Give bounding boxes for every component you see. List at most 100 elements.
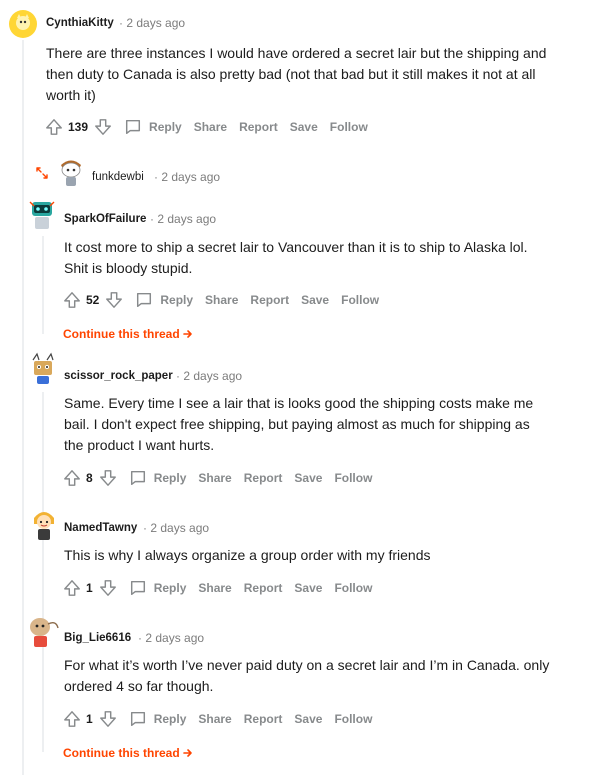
- username[interactable]: funkdewbi: [92, 171, 144, 183]
- comment-meta: · 2 days ago: [150, 212, 216, 226]
- reply-label: Reply: [160, 293, 194, 307]
- comment-meta: · 2 days ago: [119, 16, 185, 30]
- report-button[interactable]: Report: [250, 293, 289, 307]
- downvote-arrow-icon[interactable]: [98, 709, 118, 729]
- comment-line: then duty to Canada is also pretty bad (…: [46, 66, 536, 82]
- save-button[interactable]: Save: [294, 712, 322, 726]
- comment-line: ordered 4 so far though.: [64, 678, 214, 694]
- separator: ·: [154, 170, 158, 184]
- comment-meta: · 2 days ago: [143, 521, 209, 535]
- avatar[interactable]: [9, 10, 37, 38]
- comment-actions: 139 Reply Share Report Save Follow: [44, 116, 368, 138]
- downvote-arrow-icon[interactable]: [104, 290, 124, 310]
- report-button[interactable]: Report: [244, 581, 283, 595]
- vote-count: 8: [86, 471, 93, 485]
- comment-actions: 1 Reply Share Report Save Follow: [62, 577, 372, 599]
- reply-button[interactable]: Reply: [128, 709, 187, 729]
- comment-line: worth it): [46, 87, 96, 103]
- upvote-arrow-icon[interactable]: [44, 117, 64, 137]
- reply-button[interactable]: Reply: [128, 468, 187, 488]
- share-button[interactable]: Share: [198, 471, 231, 485]
- follow-button[interactable]: Follow: [341, 293, 379, 307]
- speech-bubble-icon: [128, 468, 148, 488]
- follow-button[interactable]: Follow: [330, 120, 368, 134]
- reply-button[interactable]: Reply: [128, 578, 186, 598]
- comment-line: There are three instances I would have o…: [46, 45, 547, 61]
- timestamp[interactable]: 2 days ago: [126, 16, 185, 30]
- comment-body: This is why I always organize a group or…: [64, 545, 584, 566]
- expand-arrows-icon[interactable]: [34, 165, 50, 186]
- timestamp[interactable]: 2 days ago: [183, 369, 242, 383]
- vote-count: 1: [86, 712, 93, 726]
- thread-line-level-1b[interactable]: [42, 392, 44, 752]
- comment-actions: 8 Reply Share Report Save Follow: [62, 467, 372, 489]
- follow-button[interactable]: Follow: [334, 471, 372, 485]
- upvote-arrow-icon[interactable]: [62, 709, 82, 729]
- avatar[interactable]: [26, 614, 62, 650]
- vote-count: 139: [68, 120, 89, 134]
- comment-line: bail. I don't expect free shipping, but …: [64, 416, 530, 432]
- report-button[interactable]: Report: [244, 712, 283, 726]
- username[interactable]: SparkOfFailure: [64, 213, 146, 225]
- username[interactable]: NamedTawny: [64, 522, 137, 534]
- avatar[interactable]: [54, 154, 88, 188]
- timestamp[interactable]: 2 days ago: [157, 212, 216, 226]
- share-button[interactable]: Share: [198, 712, 231, 726]
- comment-body: There are three instances I would have o…: [46, 43, 586, 106]
- report-button[interactable]: Report: [244, 471, 283, 485]
- speech-bubble-icon: [128, 578, 148, 598]
- downvote-arrow-icon[interactable]: [98, 468, 118, 488]
- avatar[interactable]: [29, 506, 59, 542]
- vote-count: 52: [86, 293, 100, 307]
- reply-label: Reply: [153, 471, 187, 485]
- upvote-arrow-icon[interactable]: [62, 578, 82, 598]
- comment-line: For what it’s worth I’ve never paid duty…: [64, 657, 550, 673]
- thread-line-level-0[interactable]: [22, 40, 24, 775]
- save-button[interactable]: Save: [294, 471, 322, 485]
- vote-count: 1: [86, 581, 93, 595]
- save-button[interactable]: Save: [301, 293, 329, 307]
- reply-label: Reply: [149, 120, 182, 134]
- comment-line: This is why I always organize a group or…: [64, 547, 431, 563]
- separator: ·: [138, 631, 142, 645]
- username[interactable]: Big_Lie6616: [64, 632, 131, 644]
- thread-line-level-1[interactable]: [42, 236, 44, 334]
- speech-bubble-icon: [123, 117, 143, 137]
- comment-actions: 52 Reply Share Report Save Follow: [62, 289, 379, 311]
- avatar[interactable]: [26, 198, 58, 234]
- downvote-arrow-icon[interactable]: [93, 117, 113, 137]
- reply-button[interactable]: Reply: [134, 290, 193, 310]
- comment-body: It cost more to ship a secret lair to Va…: [64, 237, 584, 279]
- speech-bubble-icon: [134, 290, 154, 310]
- share-button[interactable]: Share: [194, 120, 227, 134]
- username[interactable]: scissor_rock_paper: [64, 370, 173, 382]
- save-button[interactable]: Save: [290, 120, 318, 134]
- timestamp[interactable]: 2 days ago: [145, 631, 204, 645]
- comment-meta: · 2 days ago: [138, 631, 204, 645]
- downvote-arrow-icon[interactable]: [98, 578, 118, 598]
- timestamp[interactable]: 2 days ago: [161, 170, 220, 184]
- report-button[interactable]: Report: [239, 120, 278, 134]
- separator: ·: [119, 16, 123, 30]
- follow-button[interactable]: Follow: [334, 581, 372, 595]
- upvote-arrow-icon[interactable]: [62, 468, 82, 488]
- separator: ·: [143, 521, 147, 535]
- comment-actions: 1 Reply Share Report Save Follow: [62, 708, 372, 730]
- timestamp[interactable]: 2 days ago: [150, 521, 209, 535]
- comment-line: It cost more to ship a secret lair to Va…: [64, 239, 528, 255]
- separator: ·: [150, 212, 154, 226]
- reply-button[interactable]: Reply: [123, 117, 182, 137]
- separator: ·: [176, 369, 180, 383]
- comment-line: Shit is bloody stupid.: [64, 260, 193, 276]
- continue-thread-link[interactable]: Continue this thread: [63, 746, 193, 760]
- upvote-arrow-icon[interactable]: [62, 290, 82, 310]
- username[interactable]: CynthiaKitty: [46, 17, 114, 29]
- save-button[interactable]: Save: [294, 581, 322, 595]
- avatar[interactable]: [27, 352, 59, 386]
- arrow-right-icon: [182, 748, 193, 758]
- reply-label: Reply: [153, 712, 187, 726]
- share-button[interactable]: Share: [205, 293, 238, 307]
- continue-thread-link[interactable]: Continue this thread: [63, 327, 193, 341]
- share-button[interactable]: Share: [198, 581, 231, 595]
- follow-button[interactable]: Follow: [334, 712, 372, 726]
